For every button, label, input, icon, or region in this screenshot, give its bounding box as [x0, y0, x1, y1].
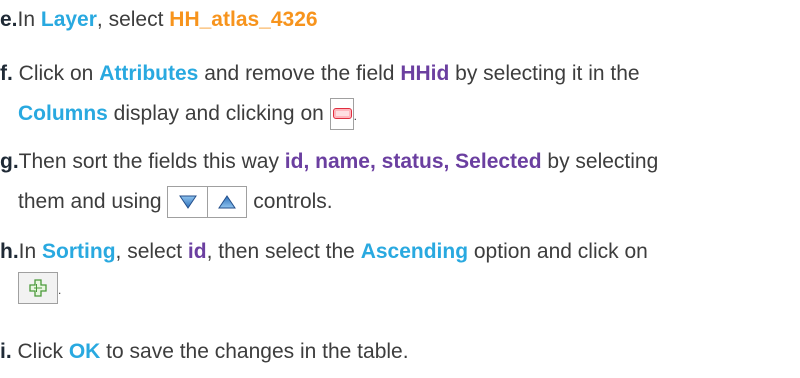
step-text: In [17, 8, 41, 31]
step-h: h.In Sorting, select id, then select the… [0, 236, 800, 306]
step-continuation: Columns display and clicking on . [0, 98, 800, 132]
step-text: , select [115, 240, 188, 263]
step-text: Click [11, 340, 69, 363]
step-text: by selecting [541, 150, 659, 173]
step-text: by selecting it in the [449, 62, 640, 85]
keyword-attributes: Attributes [99, 62, 199, 85]
step-text: display and clicking on [107, 102, 330, 125]
step-text: Then sort the fields this way [18, 150, 285, 173]
keyword-layer-name: HH_atlas_4326 [169, 8, 318, 31]
step-text: . [353, 109, 357, 123]
keyword-field-order: id, name, status, Selected [284, 150, 542, 173]
keyword-columns: Columns [18, 102, 108, 125]
step-f: f. Click on Attributes and remove the fi… [0, 58, 800, 132]
arrow-up-icon [208, 187, 247, 217]
keyword-layer: Layer [40, 8, 97, 31]
step-text: . [58, 283, 62, 297]
step-text: option and click on [468, 240, 648, 263]
step-text: In [18, 240, 43, 263]
step-letter: e. [0, 8, 18, 31]
step-e: e.In Layer, select HH_atlas_4326 [0, 4, 800, 36]
remove-field-icon [329, 98, 354, 131]
step-letter: f. [0, 62, 13, 85]
step-text: and remove the field [198, 62, 401, 85]
keyword-field-id: id [187, 240, 207, 263]
step-i: i. Click OK to save the changes in the t… [0, 336, 800, 368]
step-text: them and using [18, 190, 168, 213]
add-sort-icon [18, 272, 58, 305]
step-letter: g. [0, 150, 19, 173]
step-g: g.Then sort the fields this way id, name… [0, 146, 800, 219]
step-text: , select [96, 8, 170, 31]
step-text: , then select the [206, 240, 361, 263]
step-text: to save the changes in the table. [100, 340, 409, 363]
keyword-ascending: Ascending [360, 240, 469, 263]
step-continuation: them and using controls. [0, 186, 800, 219]
keyword-field-hhid: HHid [400, 62, 450, 85]
arrow-down-icon [168, 187, 208, 218]
step-letter: h. [0, 240, 19, 263]
keyword-ok: OK [68, 340, 101, 363]
keyword-sorting: Sorting [42, 240, 116, 263]
move-controls [167, 186, 248, 219]
step-text: controls. [247, 190, 333, 213]
step-continuation: . [0, 272, 800, 306]
step-letter: i. [0, 340, 12, 363]
step-text: Click on [12, 62, 100, 85]
